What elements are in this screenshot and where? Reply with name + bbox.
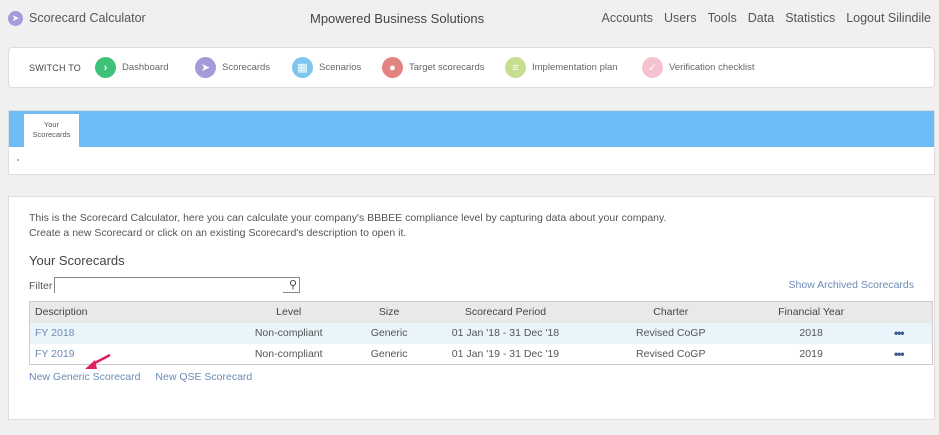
map-pin-icon: ● bbox=[382, 57, 403, 78]
switch-verification-checklist[interactable]: ✓ Verification checklist bbox=[642, 57, 755, 78]
switch-implementation-plan-label: Implementation plan bbox=[532, 62, 618, 73]
col-financial-year[interactable]: Financial Year bbox=[757, 302, 866, 323]
cell-period: 01 Jan '19 - 31 Dec '19 bbox=[451, 347, 560, 360]
cell-size: Generic bbox=[370, 347, 408, 360]
col-period[interactable]: Scorecard Period bbox=[426, 302, 585, 323]
top-bar: ➤ Scorecard Calculator Mpowered Business… bbox=[0, 0, 939, 38]
tab-panel: Your Scorecards bbox=[8, 110, 935, 175]
top-nav: Accounts Users Tools Data Statistics Log… bbox=[602, 11, 931, 25]
paper-plane-icon: ➤ bbox=[195, 57, 216, 78]
switch-to-label: SWITCH TO bbox=[29, 63, 81, 73]
switch-target-scorecards[interactable]: ● Target scorecards bbox=[382, 57, 485, 78]
switch-scenarios[interactable]: ▦ Scenarios bbox=[292, 57, 361, 78]
switch-dashboard-label: Dashboard bbox=[122, 62, 169, 73]
scorecard-description-link[interactable]: FY 2019 bbox=[30, 344, 226, 365]
divider bbox=[17, 159, 19, 161]
col-actions bbox=[866, 302, 933, 323]
app-title: Scorecard Calculator bbox=[29, 11, 146, 25]
col-size[interactable]: Size bbox=[352, 302, 426, 323]
more-options-icon[interactable]: ••• bbox=[894, 347, 905, 361]
switch-target-scorecards-label: Target scorecards bbox=[409, 62, 485, 73]
show-archived-link[interactable]: Show Archived Scorecards bbox=[789, 279, 914, 291]
section-title: Your Scorecards bbox=[29, 253, 125, 268]
switch-scenarios-label: Scenarios bbox=[319, 62, 362, 73]
tab-label-line1: Your bbox=[43, 120, 60, 129]
company-name: Mpowered Business Solutions bbox=[310, 11, 485, 26]
scorecards-table: Description Level Size Scorecard Period … bbox=[29, 301, 933, 365]
cell-period: 01 Jan '18 - 31 Dec '18 bbox=[451, 327, 560, 339]
tab-label-line2: Scorecards bbox=[32, 130, 71, 139]
col-charter[interactable]: Charter bbox=[585, 302, 757, 323]
intro-text: This is the Scorecard Calculator, here y… bbox=[29, 211, 666, 241]
scorecard-description-link[interactable]: FY 2018 bbox=[30, 323, 226, 344]
chevron-right-icon: › bbox=[95, 57, 116, 78]
map-icon: ▦ bbox=[292, 57, 313, 78]
table-row: FY 2019 Non-compliant Generic 01 Jan '19… bbox=[29, 343, 933, 365]
nav-data[interactable]: Data bbox=[748, 11, 774, 25]
nav-tools[interactable]: Tools bbox=[708, 11, 737, 25]
check-icon: ✓ bbox=[642, 57, 663, 78]
col-level[interactable]: Level bbox=[225, 302, 352, 323]
nav-statistics[interactable]: Statistics bbox=[785, 11, 835, 25]
cell-size: Generic bbox=[370, 327, 408, 339]
new-scorecard-links: New Generic Scorecard New QSE Scorecard bbox=[29, 371, 264, 383]
switch-verification-checklist-label: Verification checklist bbox=[669, 62, 755, 73]
intro-line-2: Create a new Scorecard or click on an ex… bbox=[29, 227, 407, 239]
cell-financial-year: 2019 bbox=[799, 347, 823, 360]
intro-line-1: This is the Scorecard Calculator, here y… bbox=[29, 212, 667, 224]
switch-scorecards-label: Scorecards bbox=[222, 62, 271, 73]
col-description[interactable]: Description bbox=[30, 302, 226, 323]
cell-level: Non-compliant bbox=[254, 347, 323, 360]
cell-charter: Revised CoGP bbox=[636, 327, 706, 339]
switch-dashboard[interactable]: › Dashboard bbox=[95, 57, 168, 78]
new-generic-scorecard-link[interactable]: New Generic Scorecard bbox=[29, 371, 140, 383]
cell-financial-year: 2018 bbox=[799, 327, 823, 339]
switch-bar: SWITCH TO › Dashboard ➤ Scorecards ▦ Sce… bbox=[8, 47, 935, 88]
nav-logout[interactable]: Logout Silindile bbox=[846, 11, 931, 25]
table-header: Description Level Size Scorecard Period … bbox=[29, 301, 933, 323]
new-qse-scorecard-link[interactable]: New QSE Scorecard bbox=[155, 371, 252, 383]
cell-level: Non-compliant bbox=[254, 327, 323, 339]
cell-charter: Revised CoGP bbox=[636, 347, 706, 360]
filter-label: Filter bbox=[29, 280, 53, 292]
filter-input[interactable] bbox=[55, 279, 283, 294]
nav-accounts[interactable]: Accounts bbox=[602, 11, 653, 25]
tab-strip: Your Scorecards bbox=[9, 111, 934, 147]
search-icon[interactable]: ⚲ bbox=[289, 278, 297, 291]
switch-scorecards[interactable]: ➤ Scorecards bbox=[195, 57, 270, 78]
scorecards-panel: This is the Scorecard Calculator, here y… bbox=[8, 196, 935, 420]
paper-plane-icon: ➤ bbox=[8, 11, 23, 26]
filter-box: ⚲ bbox=[54, 277, 300, 294]
list-icon: ≡ bbox=[505, 57, 526, 78]
nav-users[interactable]: Users bbox=[664, 11, 697, 25]
more-options-icon[interactable]: ••• bbox=[894, 326, 905, 340]
tab-your-scorecards[interactable]: Your Scorecards bbox=[24, 114, 79, 147]
table-row: FY 2018 Non-compliant Generic 01 Jan '18… bbox=[29, 322, 933, 344]
switch-implementation-plan[interactable]: ≡ Implementation plan bbox=[505, 57, 618, 78]
